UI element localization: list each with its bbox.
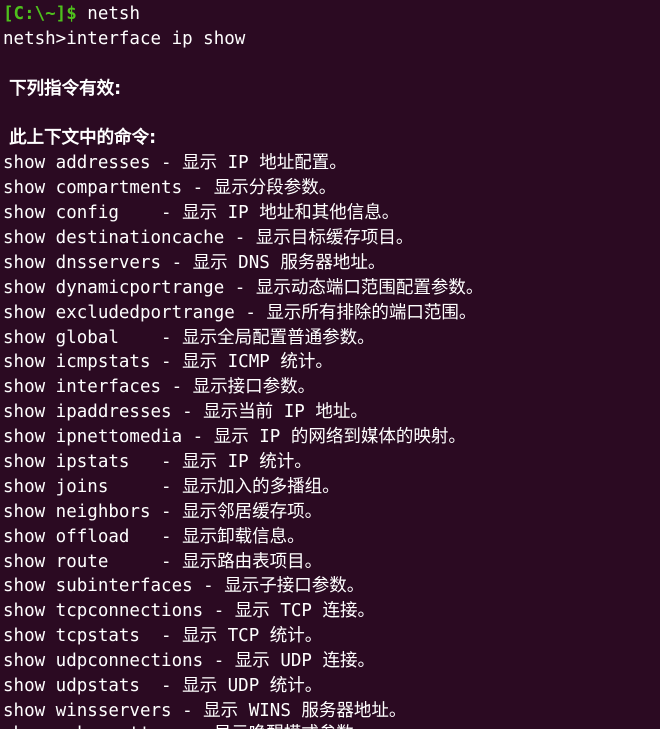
- command-line: show interfaces - 显示接口参数。: [3, 377, 316, 398]
- command-line: show joins - 显示加入的多播组。: [3, 476, 340, 497]
- command-line: show wakeupattern - 显示唤醒模式参数。: [0, 722, 660, 729]
- shell-prompt: [C:\~]$: [3, 4, 77, 24]
- available-commands-header: 下列指令有效:: [3, 78, 122, 99]
- command-line: show tcpconnections - 显示 TCP 连接。: [3, 601, 375, 622]
- typed-command: netsh: [76, 4, 140, 24]
- command-line: show global - 显示全局配置普通参数。: [3, 327, 375, 348]
- command-line: show destinationcache - 显示目标缓存项目。: [3, 228, 414, 249]
- command-line: show subinterfaces - 显示子接口参数。: [3, 576, 365, 597]
- command-line: show ipaddresses - 显示当前 IP 地址。: [3, 402, 368, 423]
- command-line: show ipstats - 显示 IP 统计。: [3, 452, 312, 473]
- prompt-line: [C:\~]$ netsh: [0, 2, 660, 27]
- command-line: show compartments - 显示分段参数。: [3, 178, 337, 199]
- command-line: show icmpstats - 显示 ICMP 统计。: [3, 352, 333, 373]
- command-line: show addresses - 显示 IP 地址配置。: [3, 153, 347, 174]
- command-line: show dynamicportrange - 显示动态端口范围配置参数。: [3, 277, 484, 298]
- command-line: show route - 显示路由表项目。: [3, 551, 323, 572]
- command-line: show neighbors - 显示邻居缓存项。: [3, 501, 323, 522]
- command-line: show winsservers - 显示 WINS 服务器地址。: [3, 700, 407, 721]
- command-line: show offload - 显示卸载信息。: [3, 526, 305, 547]
- command-line: show ipnettomedia - 显示 IP 的网络到媒体的映射。: [3, 427, 466, 448]
- terminal-window[interactable]: [C:\~]$ netsh netsh>interface ip show 下列…: [0, 0, 660, 729]
- command-line: show excludedportrange - 显示所有排除的端口范围。: [3, 302, 477, 323]
- command-line: show udpconnections - 显示 UDP 连接。: [3, 651, 375, 672]
- netsh-subshell-line: netsh>interface ip show: [3, 28, 246, 49]
- clipped-bottom-row: show wakeupattern - 显示唤醒模式参数。: [0, 722, 660, 729]
- command-line: show udpstats - 显示 UDP 统计。: [3, 676, 323, 697]
- command-line: show dnsservers - 显示 DNS 服务器地址。: [3, 252, 386, 273]
- context-commands-header: 此上下文中的命令:: [3, 128, 157, 149]
- command-line: show tcpstats - 显示 TCP 统计。: [3, 626, 323, 647]
- command-line: show config - 显示 IP 地址和其他信息。: [3, 203, 400, 224]
